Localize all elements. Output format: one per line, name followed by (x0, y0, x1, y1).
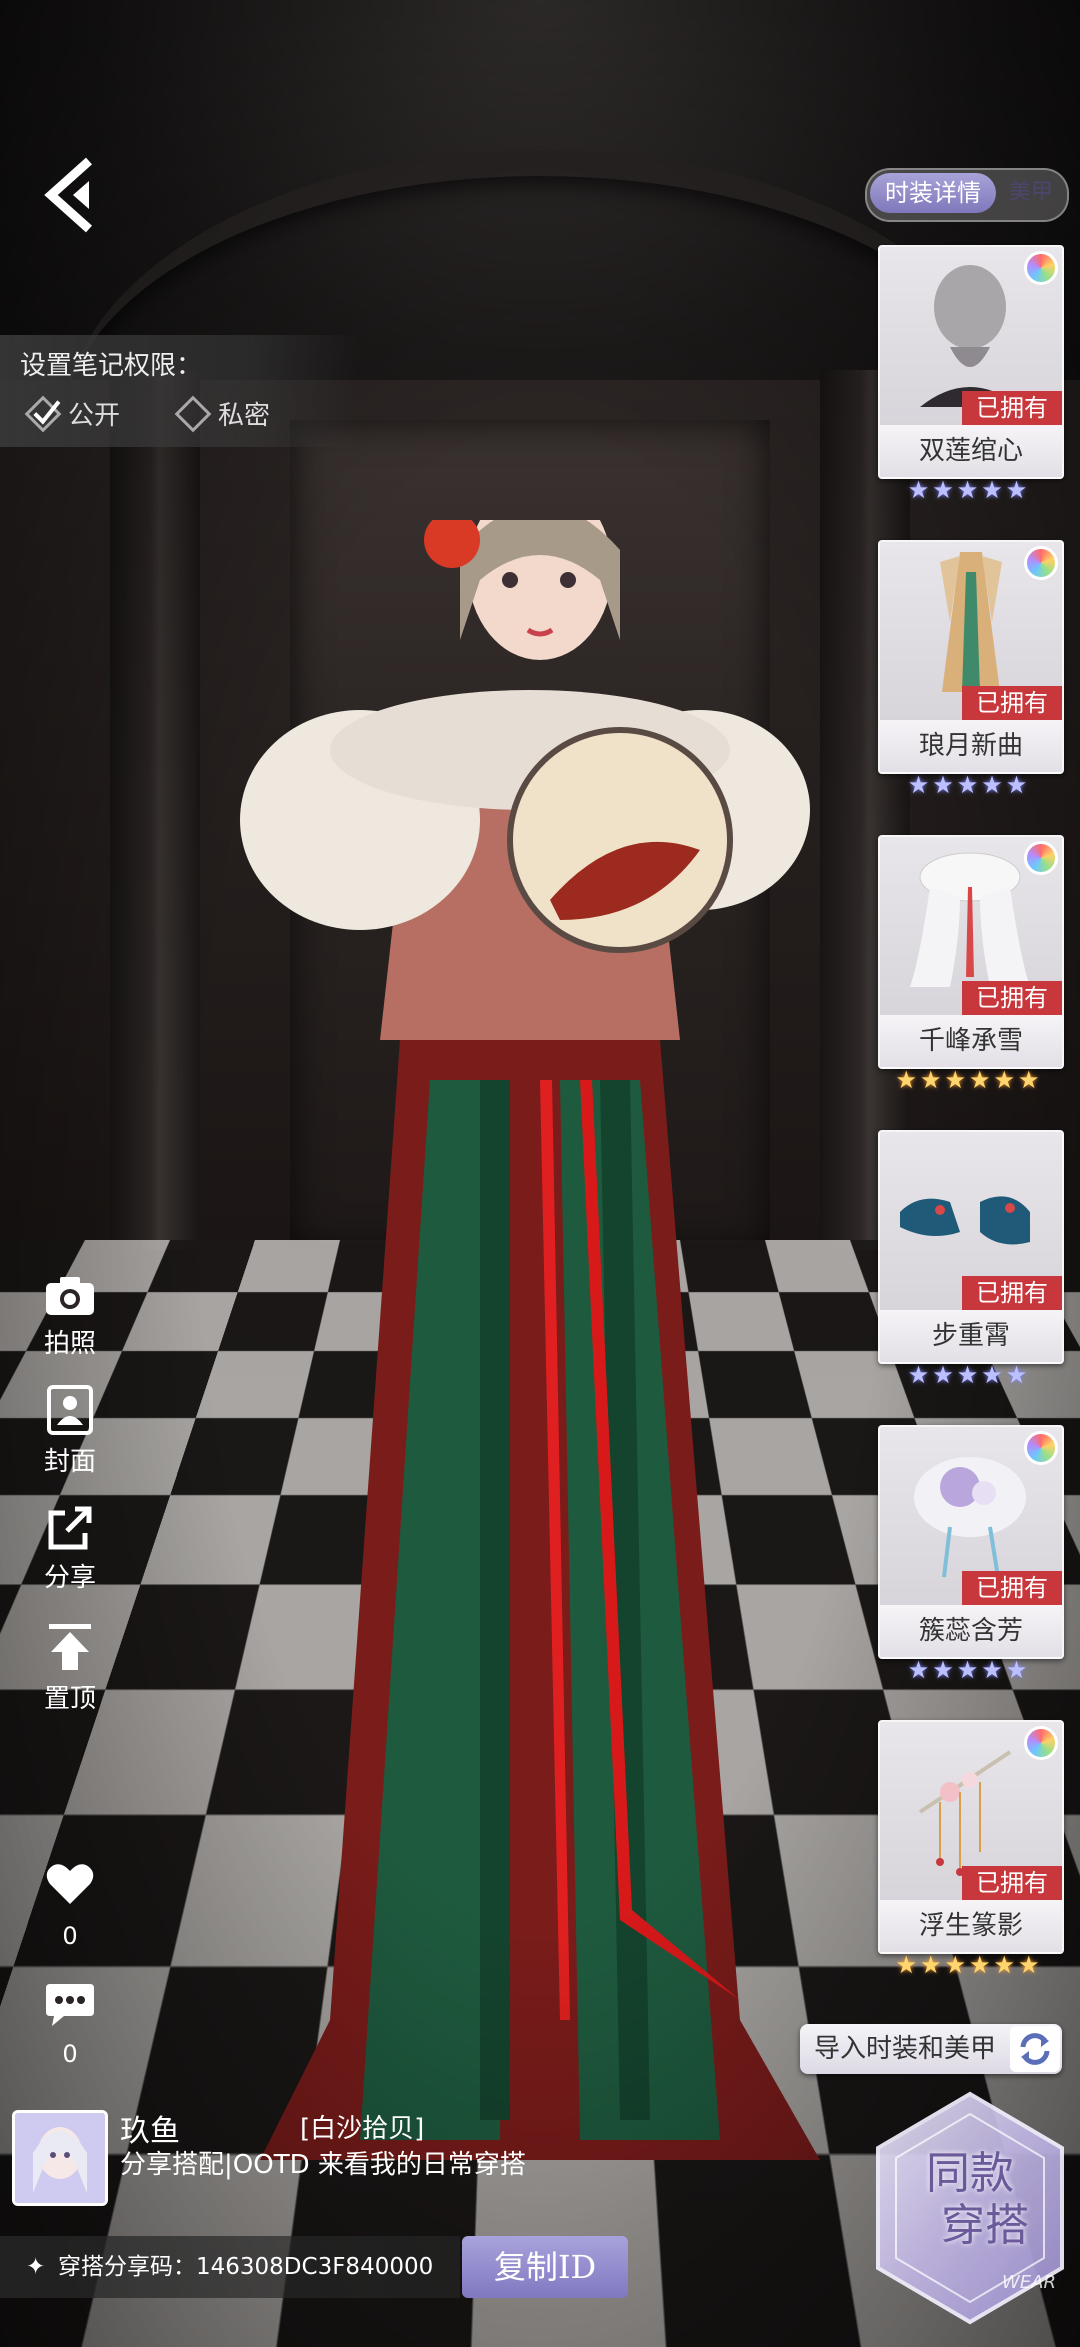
share-code-bar: ✦ 穿搭分享码：146308DC3F840000 (0, 2236, 460, 2298)
dye-color-icon[interactable] (1024, 546, 1058, 580)
avatar-portrait (15, 2113, 105, 2203)
checkbox-checked-icon (24, 395, 62, 432)
dye-color-icon[interactable] (1024, 1431, 1058, 1465)
privacy-title: 设置笔记权限： (20, 351, 203, 381)
item-name: 步重霄 (880, 1310, 1062, 1362)
dye-color-icon[interactable] (1024, 841, 1058, 875)
item-card-hairstyle[interactable]: 已拥有 双莲绾心 (878, 245, 1064, 479)
pin-top-label: 置顶 (43, 1684, 96, 1714)
same-style-label: 同款 穿搭 (872, 2148, 1068, 2252)
mode-toggle: 时装详情 美甲 (865, 168, 1069, 222)
dye-color-icon[interactable] (1024, 1726, 1058, 1760)
share-icon (48, 1506, 92, 1550)
owned-badge: 已拥有 (962, 1866, 1062, 1900)
photo-label: 拍照 (43, 1329, 96, 1359)
item-rarity-stars: ★★★★★★ (895, 1951, 1043, 1979)
item-card-shawl[interactable]: 已拥有 千峰承雪 (878, 835, 1064, 1069)
refresh-icon (1010, 2026, 1060, 2072)
tab-outfit-details[interactable]: 时装详情 (870, 173, 996, 213)
privacy-option-private[interactable]: 私密 (174, 395, 271, 432)
like-button[interactable] (20, 1862, 120, 1912)
privacy-option-public[interactable]: 公开 (24, 395, 121, 432)
share-button[interactable]: 分享 (20, 1505, 120, 1594)
note-privacy-panel: 设置笔记权限： 公开 私密 (0, 335, 360, 447)
comment-button[interactable] (20, 1982, 120, 2034)
cover-button[interactable]: 封面 (20, 1385, 120, 1478)
item-rarity-stars: ★★★★★★ (895, 1066, 1043, 1094)
item-name: 双莲绾心 (880, 425, 1062, 477)
sparkle-icon: ✦ (26, 2254, 46, 2280)
import-outfit-label: 导入时装和美甲 (814, 2034, 997, 2064)
same-style-line2: 穿搭 (941, 2200, 1029, 2251)
item-rarity-stars: ★★★★★ (907, 771, 1031, 799)
item-name: 簇蕊含芳 (880, 1605, 1062, 1657)
same-style-line1: 同款 (926, 2148, 1014, 2199)
tab-nail-art[interactable]: 美甲 (999, 173, 1063, 213)
privacy-option-label: 公开 (68, 401, 121, 431)
item-rarity-stars: ★★★★★ (907, 1656, 1031, 1684)
pin-top-arrow-icon (49, 1624, 91, 1670)
share-label: 分享 (43, 1563, 96, 1593)
item-card-hairpin[interactable]: 已拥有 浮生篆影 (878, 1720, 1064, 1954)
comment-count: 0 (62, 2040, 78, 2068)
portrait-card-icon (47, 1385, 93, 1435)
item-name: 千峰承雪 (880, 1015, 1062, 1067)
item-card-dress[interactable]: 已拥有 琅月新曲 (878, 540, 1064, 774)
dye-color-icon[interactable] (1024, 251, 1058, 285)
share-code-text: 穿搭分享码：146308DC3F840000 (58, 2254, 434, 2280)
photo-button[interactable]: 拍照 (20, 1275, 120, 1360)
copy-id-button[interactable]: 复制ID (462, 2236, 628, 2298)
like-count: 0 (62, 1922, 78, 1950)
back-button[interactable] (38, 150, 108, 240)
item-name: 琅月新曲 (880, 720, 1062, 772)
user-avatar[interactable] (12, 2110, 108, 2206)
item-rarity-stars: ★★★★★ (907, 476, 1031, 504)
comment-bubble-icon (46, 1984, 94, 2026)
same-style-outfit-button[interactable]: WEAR 同款 穿搭 (872, 2088, 1068, 2328)
user-description: 分享搭配|OOTD 来看我的日常穿搭 (120, 2150, 526, 2180)
camera-icon (46, 1277, 94, 1315)
item-card-shoes[interactable]: 已拥有 步重霄 (878, 1130, 1064, 1364)
back-arrow-icon (44, 157, 93, 233)
owned-badge: 已拥有 (962, 1276, 1062, 1310)
pin-top-button[interactable]: 置顶 (20, 1622, 120, 1715)
owned-badge: 已拥有 (962, 391, 1062, 425)
shoes-thumbnail (900, 1196, 1030, 1245)
owned-badge: 已拥有 (962, 1571, 1062, 1605)
import-outfit-button[interactable]: 导入时装和美甲 (800, 2024, 1062, 2074)
owned-badge: 已拥有 (962, 686, 1062, 720)
privacy-option-label: 私密 (218, 401, 271, 431)
checkbox-unchecked-icon (174, 395, 212, 432)
item-card-headpiece[interactable]: 已拥有 簇蕊含芳 (878, 1425, 1064, 1659)
item-name: 浮生篆影 (880, 1900, 1062, 1952)
owned-badge: 已拥有 (962, 981, 1062, 1015)
user-title-tag: [白沙拾贝] (300, 2114, 425, 2144)
wear-watermark: WEAR (1002, 2272, 1056, 2293)
heart-icon (46, 1864, 94, 1904)
cover-label: 封面 (43, 1447, 96, 1477)
item-rarity-stars: ★★★★★ (907, 1361, 1031, 1389)
